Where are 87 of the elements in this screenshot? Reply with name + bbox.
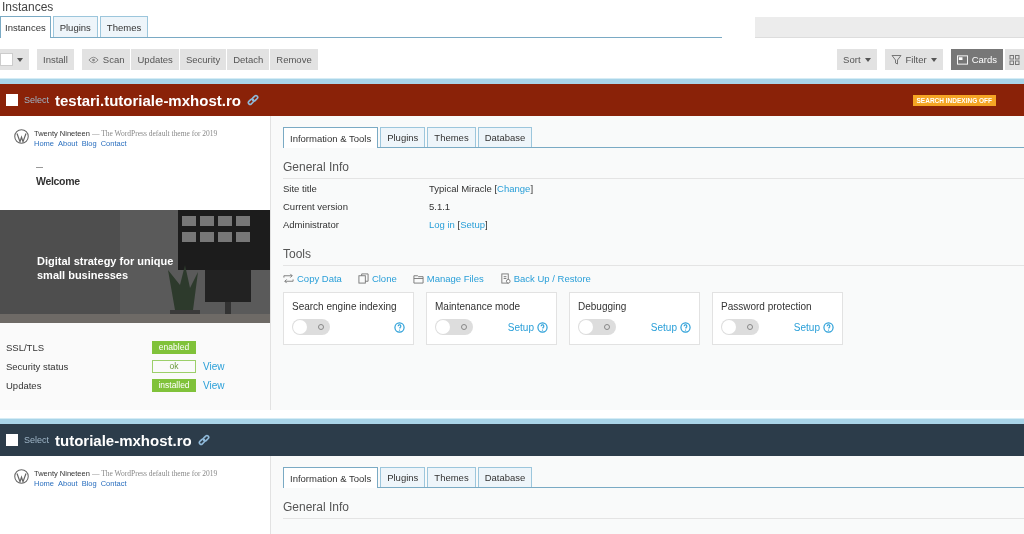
link-icon[interactable] [246,94,259,106]
select-label: Select [24,95,49,105]
eye-icon [87,54,99,65]
backup-icon[interactable] [499,273,511,284]
hero-text: Digital strategy for unique small businesses [37,254,175,282]
toolbar-button[interactable]: Detach [227,49,270,70]
filter-icon [890,54,902,65]
toolbar-button[interactable]: Sort [837,49,877,70]
tab[interactable]: Themes [427,467,476,487]
logo-icon [14,129,29,144]
toolbar-button[interactable]: Security [179,49,227,70]
link-icon[interactable] [197,434,210,446]
toolbar-button[interactable]: Remove [270,49,318,70]
tab[interactable]: Database [477,467,533,487]
field-value: 5.1.1 [429,200,451,212]
toolbar-button[interactable]: Scan [81,49,131,70]
instance-domain: tutoriale-mxhost.ro [55,431,192,449]
copy-icon[interactable] [357,273,369,284]
tool-link[interactable]: Copy Data [297,273,342,284]
select-label: Select [24,435,49,445]
status-badge: ok [152,360,196,373]
section-title: General Info [283,160,1024,179]
sync-icon[interactable] [283,273,294,284]
card-icon [956,54,968,65]
view-link[interactable]: View [203,380,225,391]
folder-icon[interactable] [412,273,424,284]
field-value: ] [530,182,534,194]
tab[interactable]: Information & Tools [283,467,379,488]
toolbar-button[interactable]: Filter [884,49,943,70]
view-link[interactable]: View [203,361,225,372]
field-label: Site title [283,182,318,194]
field-label: Administrator [283,218,340,230]
setup-link[interactable]: Setup [507,321,534,333]
field-value: Typical Miracle [ [429,182,498,194]
status-label: SSL/TLS [6,342,46,353]
tab[interactable]: Themes [427,127,476,147]
setup-link[interactable]: Setup [793,321,820,333]
site-heading: Welcome [36,175,81,187]
tab[interactable]: Information & Tools [283,127,379,148]
setting-label: Password protection [721,301,813,312]
field-label: Current version [283,200,349,212]
help-icon[interactable] [680,321,691,333]
select-all-dropdown[interactable] [0,49,29,70]
tab[interactable]: Instances [0,16,51,38]
field-value: [ [456,218,461,230]
text-link[interactable]: Setup [460,218,485,230]
toggle-switch[interactable] [578,319,616,335]
toggle-switch[interactable] [292,319,330,335]
setting-label: Maintenance mode [435,301,522,312]
checkbox[interactable] [6,434,18,446]
tab[interactable]: Themes [99,16,149,37]
setup-link[interactable]: Setup [650,321,677,333]
caret-icon [17,57,23,62]
instance-domain: testari.tutoriale-mxhost.ro [55,91,241,109]
tab[interactable]: Database [477,127,533,147]
grid-icon [1009,54,1020,65]
caret-icon [930,57,937,62]
tool-link[interactable]: Back Up / Restore [513,273,591,284]
status-label: Updates [6,380,43,391]
setting-label: Debugging [578,301,628,312]
help-icon[interactable] [537,321,548,333]
status-badge: installed [152,379,196,392]
tab[interactable]: Plugins [52,16,98,37]
logo-icon [14,469,29,484]
grid-view-button[interactable] [1005,49,1024,70]
toolbar-button[interactable]: Updates [131,49,179,70]
toolbar-button[interactable]: Install [37,49,74,70]
text-link[interactable]: Log in [429,218,455,230]
tab[interactable]: Plugins [380,127,426,147]
tab[interactable]: Plugins [380,467,426,487]
help-icon[interactable] [823,321,834,333]
help-icon[interactable] [394,321,405,333]
status-label: Security status [6,361,70,372]
page-title: Instances [1,0,54,14]
search-field[interactable] [755,17,1024,38]
toggle-switch[interactable] [721,319,759,335]
caret-icon [864,57,871,62]
status-badge: enabled [152,341,196,354]
section-title: Tools [283,247,1024,266]
toolbar-button[interactable]: Cards [950,49,1003,70]
setting-label: Search engine indexing [292,301,398,312]
tool-link[interactable]: Clone [371,273,397,284]
tool-link[interactable]: Manage Files [426,273,484,284]
checkbox[interactable] [6,94,18,106]
toggle-switch[interactable] [435,319,473,335]
section-title: General Info [283,500,1024,519]
field-value: ] [485,218,488,230]
